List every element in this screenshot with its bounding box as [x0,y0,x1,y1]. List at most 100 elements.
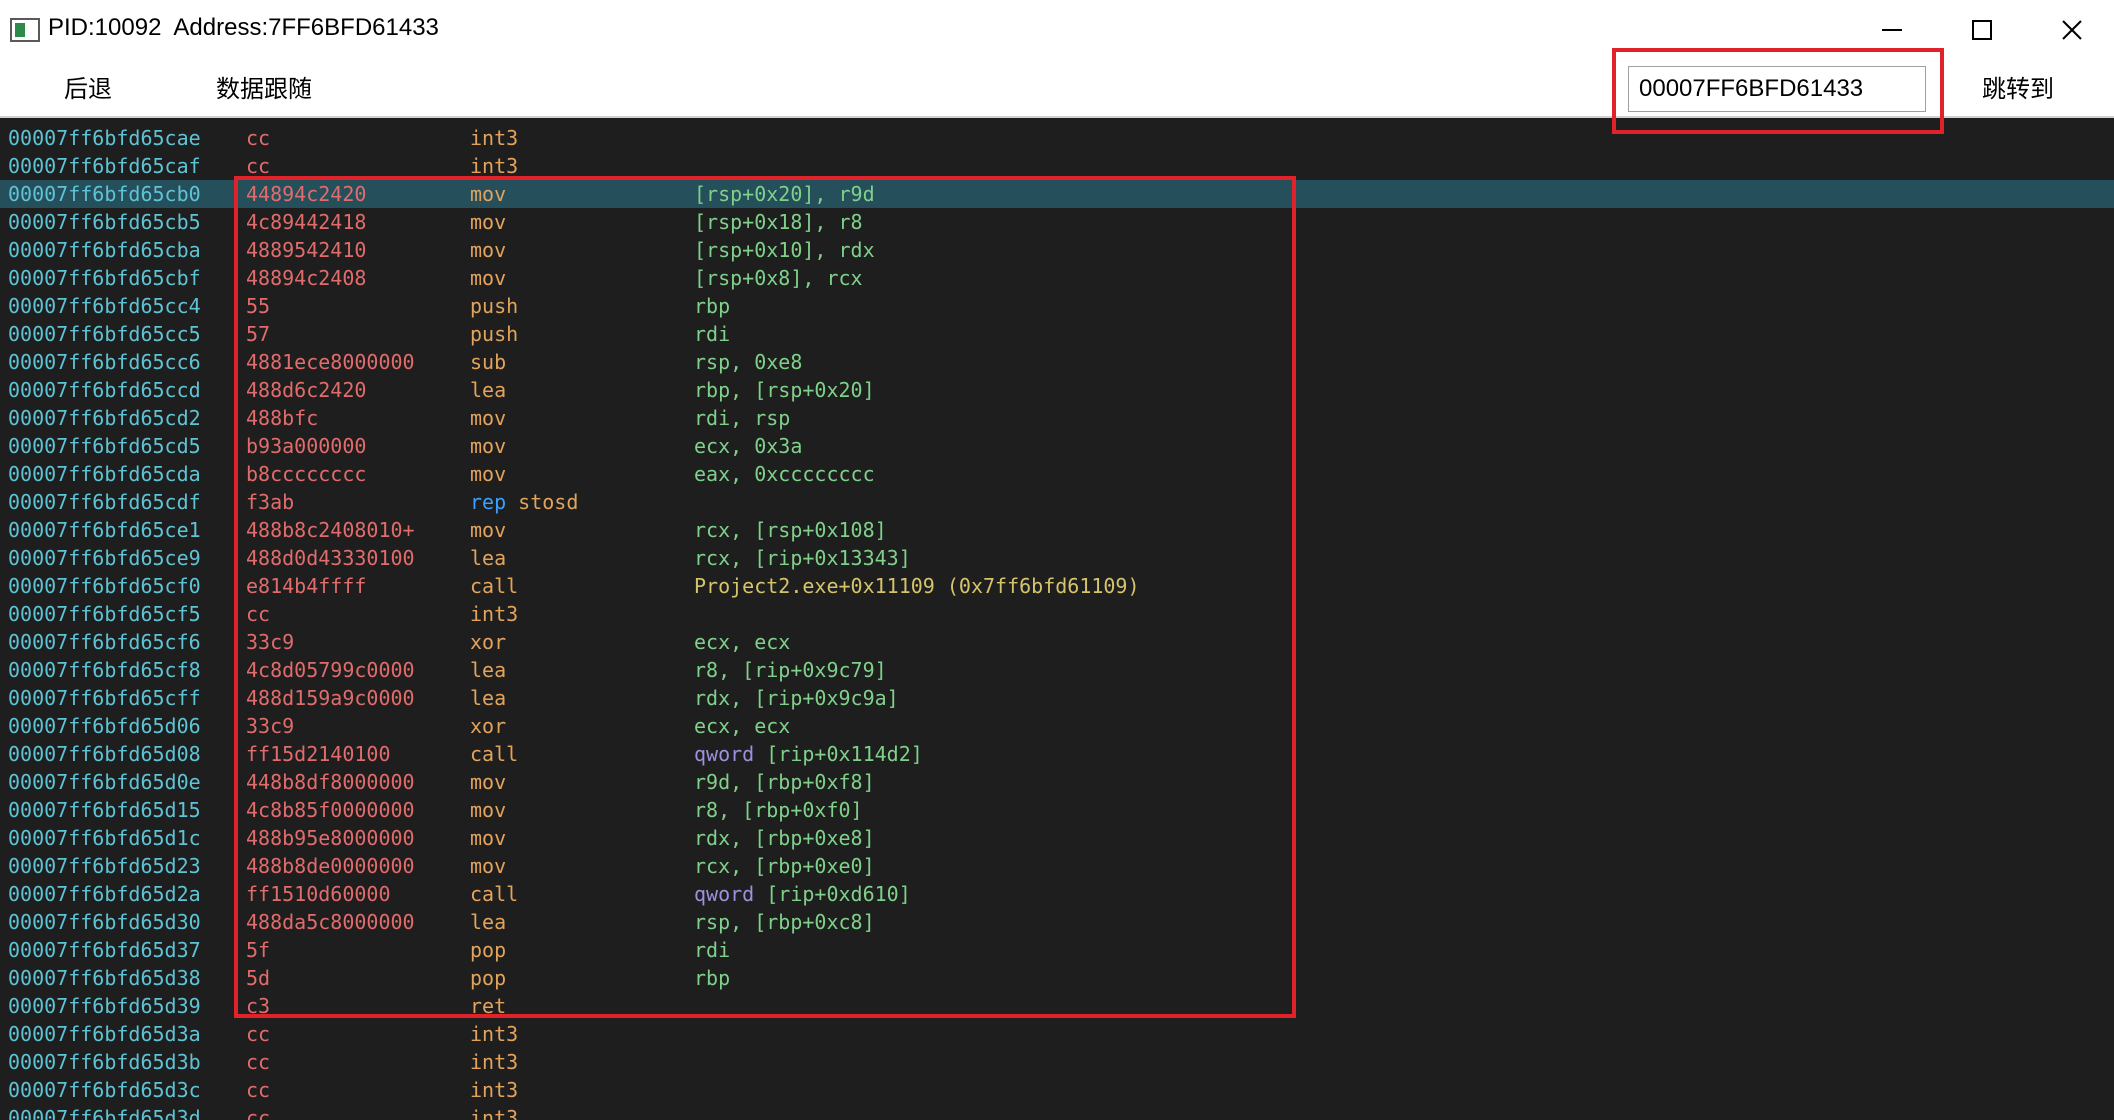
disasm-row[interactable]: 00007ff6bfd65d06 33c9 xor ecx, ecx [0,712,2114,740]
row-mnemonic: int3 [470,1022,519,1046]
row-address: 00007ff6bfd65cc4 [8,294,201,318]
close-button[interactable] [2028,0,2114,60]
row-address: 00007ff6bfd65cbf [8,266,201,290]
disasm-row[interactable]: 00007ff6bfd65cdf f3ab rep stosd [0,488,2114,516]
row-mnemonic: lea [470,686,507,710]
row-operand: rbp [694,294,731,318]
row-bytes: f3ab [246,490,295,514]
row-mnemonic: mov [470,238,507,262]
disasm-row[interactable]: 00007ff6bfd65ccd 488d6c2420 lea rbp, [rsp+0… [0,376,2114,404]
disasm-row[interactable]: 00007ff6bfd65d15 4c8b85f0000000 mov r8, [rb… [0,796,2114,824]
disasm-row[interactable]: 00007ff6bfd65ce1 488b8c2408010+ mov rcx, [r… [0,516,2114,544]
maximize-button[interactable] [1938,0,2024,60]
row-address: 00007ff6bfd65cda [8,462,201,486]
row-bytes: c3 [246,994,271,1018]
disasm-row[interactable]: 00007ff6bfd65d3a cc int3 [0,1020,2114,1048]
disasm-row[interactable]: 00007ff6bfd65d2a ff1510d60000 call qword [r… [0,880,2114,908]
disasm-row[interactable]: 00007ff6bfd65cba 4889542410 mov [rsp+0x10],… [0,236,2114,264]
row-bytes: 57 [246,322,271,346]
row-mnemonic: int3 [470,1106,519,1120]
row-bytes: 4881ece8000000 [246,350,415,374]
disasm-row[interactable]: 00007ff6bfd65d37 5f pop rdi [0,936,2114,964]
row-mnemonic: mov [470,210,507,234]
disasm-row[interactable]: 00007ff6bfd65d3d cc int3 [0,1104,2114,1120]
disassembly-view[interactable]: 00007ff6bfd65cae cc int3 00007ff6bfd65caf cc… [0,122,2114,1120]
row-mnemonic: call [470,574,519,598]
disasm-row[interactable]: 00007ff6bfd65ce9 488d0d43330100 lea rcx, [r… [0,544,2114,572]
disasm-row[interactable]: 00007ff6bfd65cbf 48894c2408 mov [rsp+0x8], … [0,264,2114,292]
disasm-row[interactable]: 00007ff6bfd65d3c cc int3 [0,1076,2114,1104]
row-mnemonic: mov [470,266,507,290]
back-button[interactable]: 后退 [64,72,112,106]
disasm-row[interactable]: 00007ff6bfd65d23 488b8de0000000 mov rcx, [r… [0,852,2114,880]
disasm-row[interactable]: 00007ff6bfd65d3b cc int3 [0,1048,2114,1076]
row-bytes: 4c8b85f0000000 [246,798,415,822]
disasm-row[interactable]: 00007ff6bfd65d1c 488b95e8000000 mov rdx, [r… [0,824,2114,852]
row-bytes: 488b8de0000000 [246,854,415,878]
disasm-row[interactable]: 00007ff6bfd65d38 5d pop rbp [0,964,2114,992]
disasm-row[interactable]: 00007ff6bfd65caf cc int3 [0,152,2114,180]
row-bytes: 4c8d05799c0000 [246,658,415,682]
row-bytes: cc [246,602,271,626]
row-bytes: cc [246,1022,271,1046]
disasm-row[interactable]: 00007ff6bfd65cff 488d159a9c0000 lea rdx, [r… [0,684,2114,712]
row-address: 00007ff6bfd65d37 [8,938,201,962]
disasm-row[interactable]: 00007ff6bfd65cf0 e814b4ffff call Project2.e… [0,572,2114,600]
row-address: 00007ff6bfd65cd2 [8,406,201,430]
disasm-row[interactable]: 00007ff6bfd65cb0 44894c2420 mov [rsp+0x20],… [0,180,2114,208]
disasm-row[interactable]: 00007ff6bfd65cae cc int3 [0,124,2114,152]
row-address: 00007ff6bfd65ce1 [8,518,201,542]
disasm-row[interactable]: 00007ff6bfd65cc5 57 push rdi [0,320,2114,348]
data-follow-button[interactable]: 数据跟随 [216,72,312,106]
address-input[interactable] [1628,66,1926,112]
row-operand: r8, [rip+0x9c79] [694,658,887,682]
minimize-button[interactable] [1848,0,1934,60]
disasm-row[interactable]: 00007ff6bfd65cd5 b93a000000 mov ecx, 0x3a [0,432,2114,460]
app-icon [10,18,40,42]
row-bytes: b8cccccccc [246,462,367,486]
operand-keyword: qword [694,882,755,906]
row-operand: rcx, [rsp+0x108] [694,518,887,542]
row-address: 00007ff6bfd65d3c [8,1078,201,1102]
row-bytes: 48894c2408 [246,266,367,290]
row-address: 00007ff6bfd65cc5 [8,322,201,346]
row-bytes: 488d0d43330100 [246,546,415,570]
row-mnemonic: int3 [470,154,519,178]
disasm-row[interactable]: 00007ff6bfd65d08 ff15d2140100 call qword [r… [0,740,2114,768]
mnemonic-suffix: stosd [506,490,579,514]
disasm-row[interactable]: 00007ff6bfd65cf5 cc int3 [0,600,2114,628]
row-address: 00007ff6bfd65ce9 [8,546,201,570]
disasm-row[interactable]: 00007ff6bfd65d39 c3 ret [0,992,2114,1020]
row-operand: rdi, rsp [694,406,791,430]
row-address: 00007ff6bfd65d30 [8,910,201,934]
row-bytes: 4c89442418 [246,210,367,234]
row-operand: rcx, [rbp+0xe0] [694,854,875,878]
row-bytes: 5d [246,966,271,990]
disasm-row[interactable]: 00007ff6bfd65d0e 448b8df8000000 mov r9d, [r… [0,768,2114,796]
row-bytes: 44894c2420 [246,182,367,206]
row-operand: ecx, ecx [694,714,791,738]
row-operand: qword [rip+0xd610] [694,880,911,908]
disasm-row[interactable]: 00007ff6bfd65cb5 4c89442418 mov [rsp+0x18],… [0,208,2114,236]
row-bytes: 488bfc [246,406,319,430]
row-bytes: 448b8df8000000 [246,770,415,794]
row-mnemonic: mov [470,182,507,206]
row-bytes: cc [246,1106,271,1120]
disasm-row[interactable]: 00007ff6bfd65cda b8cccccccc mov eax, 0xcccc… [0,460,2114,488]
row-operand: [rsp+0x18], r8 [694,210,863,234]
row-bytes: ff1510d60000 [246,882,391,906]
row-operand: rdi [694,322,731,346]
disasm-row[interactable]: 00007ff6bfd65cc4 55 push rbp [0,292,2114,320]
disasm-row[interactable]: 00007ff6bfd65d30 488da5c8000000 lea rsp, [r… [0,908,2114,936]
disasm-row[interactable]: 00007ff6bfd65cf8 4c8d05799c0000 lea r8, [ri… [0,656,2114,684]
row-mnemonic: xor [470,714,507,738]
row-mnemonic: sub [470,350,507,374]
row-address: 00007ff6bfd65cdf [8,490,201,514]
row-address: 00007ff6bfd65cae [8,126,201,150]
disasm-row[interactable]: 00007ff6bfd65cc6 4881ece8000000 sub rsp, 0x… [0,348,2114,376]
disasm-row[interactable]: 00007ff6bfd65cf6 33c9 xor ecx, ecx [0,628,2114,656]
goto-button[interactable]: 跳转到 [1982,72,2054,106]
row-mnemonic: push [470,322,519,346]
disasm-row[interactable]: 00007ff6bfd65cd2 488bfc mov rdi, rsp [0,404,2114,432]
row-bytes: e814b4ffff [246,574,367,598]
